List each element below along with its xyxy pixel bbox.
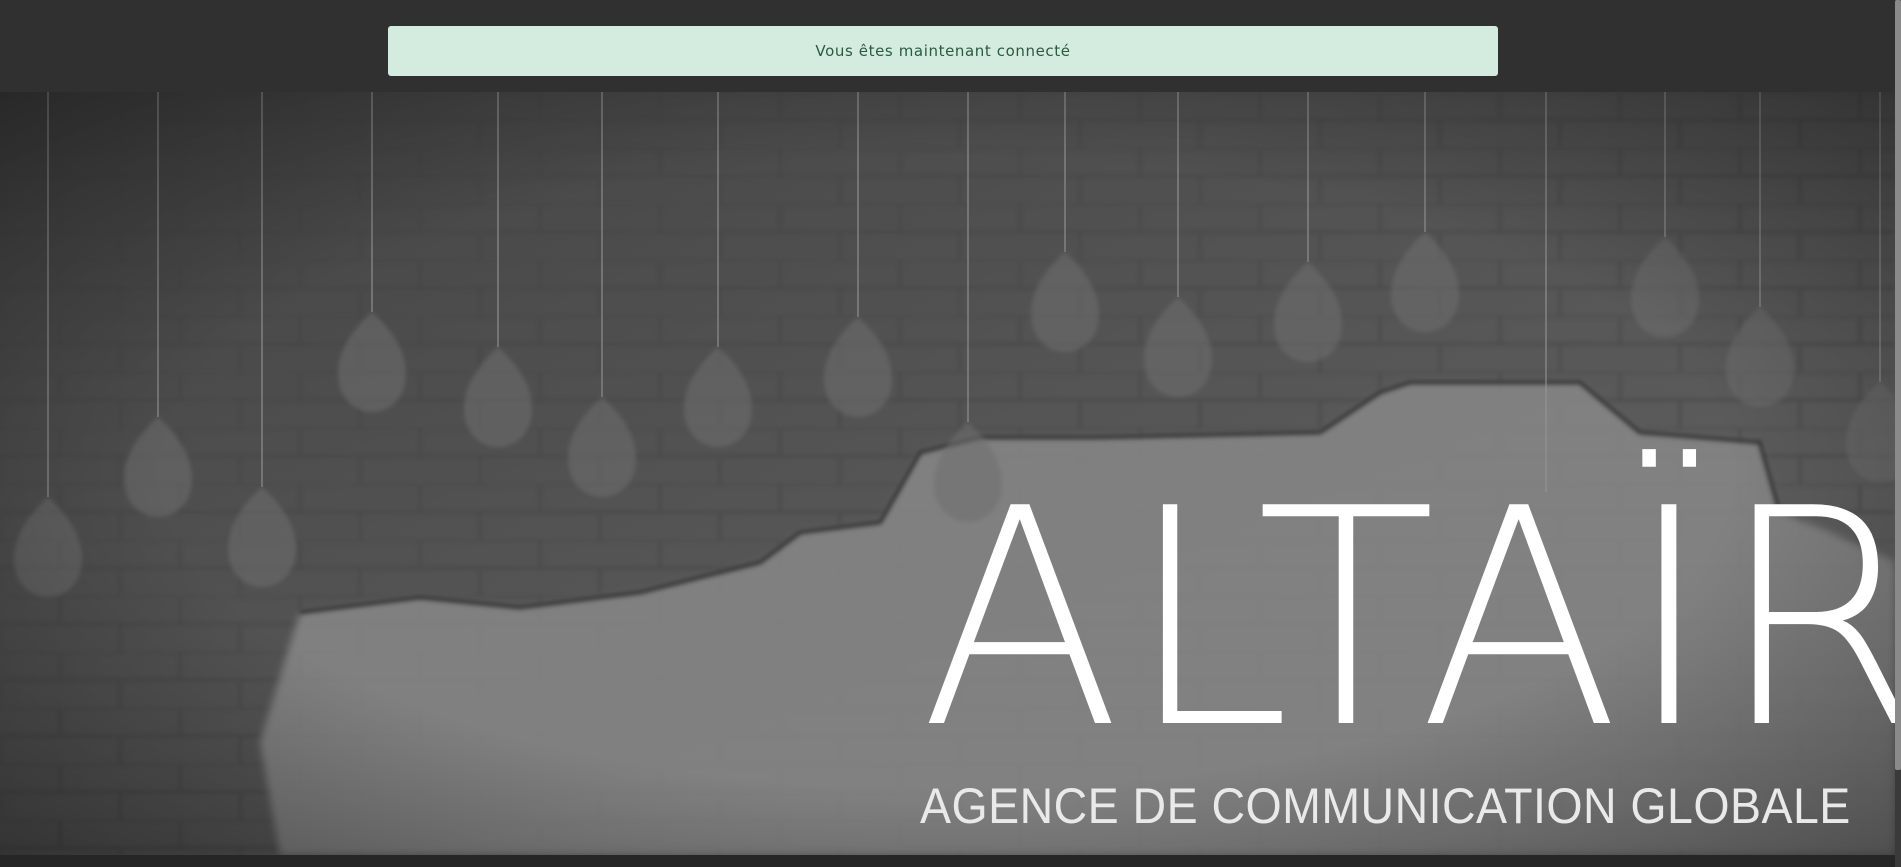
success-notification: Vous êtes maintenant connecté [388,26,1498,76]
brand-tagline: AGENCE DE COMMUNICATION GLOBALE [920,778,1851,834]
page: Vous êtes maintenant connecté ALTAÏR AGE… [0,0,1901,867]
page-scrollbar[interactable] [1895,0,1901,867]
notification-message: Vous êtes maintenant connecté [815,42,1071,60]
bottom-strip [0,855,1901,867]
scrollbar-thumb[interactable] [1895,0,1901,770]
brand-logo-text: ALTAÏR [920,445,1901,794]
